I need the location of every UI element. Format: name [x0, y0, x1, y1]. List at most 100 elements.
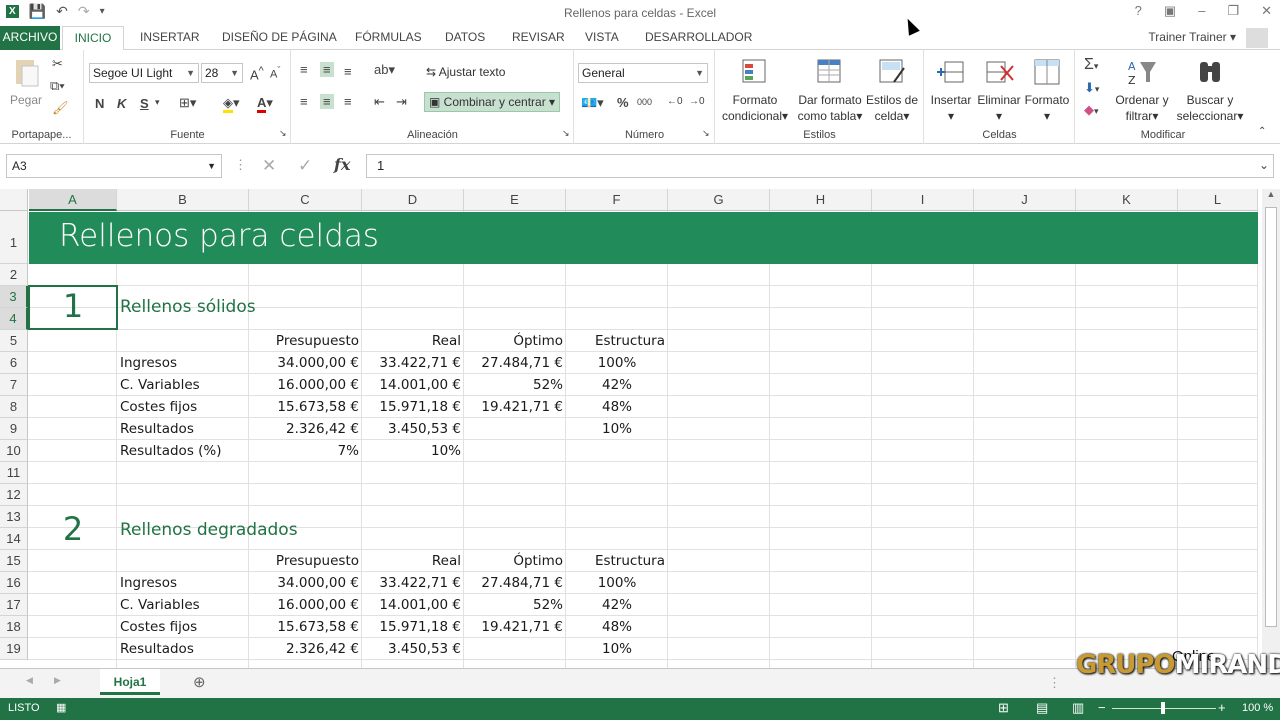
page-break-icon[interactable]: ▥: [1072, 700, 1084, 716]
font-size-select[interactable]: 28 ▼: [201, 63, 243, 83]
column-header-i[interactable]: I: [872, 189, 974, 211]
fill-icon[interactable]: ⬇▾: [1084, 80, 1099, 96]
underline-button[interactable]: S: [140, 96, 149, 111]
sort-filter-button[interactable]: AZ Ordenar y filtrar▾: [1114, 56, 1170, 124]
formula-input[interactable]: 1: [366, 154, 1274, 178]
restore-icon[interactable]: ❐: [1227, 3, 1239, 19]
tab-vista[interactable]: VISTA: [585, 26, 619, 50]
fill-color-icon[interactable]: ◈▾: [223, 95, 240, 113]
row-label-cell[interactable]: C. Variables: [120, 374, 250, 396]
add-sheet-icon[interactable]: ⊕: [193, 673, 206, 691]
value-cell[interactable]: 48%: [566, 616, 668, 638]
page-layout-icon[interactable]: ▤: [1036, 700, 1048, 716]
header-cell[interactable]: Estructura: [566, 330, 665, 352]
row-header-14[interactable]: 14: [0, 528, 28, 550]
row-label-cell[interactable]: Ingresos: [120, 352, 250, 374]
close-icon[interactable]: ✕: [1261, 3, 1272, 19]
column-header-a[interactable]: A: [29, 189, 117, 211]
row-header-13[interactable]: 13: [0, 506, 28, 528]
row-header-7[interactable]: 7: [0, 374, 28, 396]
font-color-icon[interactable]: A▾: [257, 95, 273, 113]
orientation-icon[interactable]: ab▾: [374, 62, 395, 78]
tab-revisar[interactable]: REVISAR: [512, 26, 565, 50]
value-cell[interactable]: 33.422,71 €: [362, 352, 461, 374]
align-center-icon[interactable]: ≡: [320, 94, 334, 109]
shrink-font-icon[interactable]: Aˇ: [270, 65, 280, 81]
insert-cells-button[interactable]: Insertar ▾: [927, 56, 975, 124]
percent-button[interactable]: %: [617, 95, 629, 110]
row-header-10[interactable]: 10: [0, 440, 28, 462]
name-box[interactable]: A3 ▼: [6, 154, 222, 178]
row-label-cell[interactable]: Resultados: [120, 418, 250, 440]
align-right-icon[interactable]: ≡: [344, 94, 352, 109]
column-header-h[interactable]: H: [770, 189, 872, 211]
italic-button[interactable]: K: [117, 96, 126, 111]
number-format-select[interactable]: General ▼: [578, 63, 708, 83]
decrease-decimal-icon[interactable]: →0: [689, 96, 705, 107]
column-header-e[interactable]: E: [464, 189, 566, 211]
copy-icon[interactable]: ⧉▾: [50, 78, 65, 94]
bold-button[interactable]: N: [95, 96, 104, 111]
row-header-12[interactable]: 12: [0, 484, 28, 506]
value-cell[interactable]: 16.000,00 €: [249, 594, 359, 616]
dialog-launcher-icon[interactable]: ↘: [562, 128, 570, 139]
paste-button[interactable]: Pegar: [6, 56, 46, 108]
worksheet-grid[interactable]: ABCDEFGHIJKL 1 2 3 4 5 6 7 8 9 10 11 12 13 14 15 16 17 18…: [0, 189, 1258, 668]
row-header-3[interactable]: 3: [0, 286, 28, 308]
zoom-level[interactable]: 100 %: [1242, 702, 1273, 714]
cancel-entry-icon[interactable]: ✕: [262, 156, 276, 176]
row-header-15[interactable]: 15: [0, 550, 28, 572]
header-cell[interactable]: Presupuesto: [249, 330, 359, 352]
value-cell[interactable]: 3.450,53 €: [362, 638, 461, 660]
row-header-16[interactable]: 16: [0, 572, 28, 594]
row-header-2[interactable]: 2: [0, 264, 28, 286]
font-name-select[interactable]: Segoe UI Light ▼: [89, 63, 199, 83]
value-cell[interactable]: 15.971,18 €: [362, 396, 461, 418]
section-2-number[interactable]: 2: [29, 510, 117, 548]
merge-center-button[interactable]: ▣ Combinar y centrar ▾: [424, 92, 561, 112]
column-header-j[interactable]: J: [974, 189, 1076, 211]
find-select-button[interactable]: Buscar y seleccionar▾: [1176, 56, 1244, 124]
ribbon-display-icon[interactable]: ▣: [1164, 3, 1176, 19]
format-painter-icon[interactable]: 🖌: [52, 100, 69, 116]
column-header-k[interactable]: K: [1076, 189, 1178, 211]
value-cell[interactable]: 2.326,42 €: [249, 418, 359, 440]
value-cell[interactable]: 48%: [566, 396, 668, 418]
align-left-icon[interactable]: ≡: [300, 94, 308, 109]
tab-inicio[interactable]: INICIO: [62, 26, 124, 51]
value-cell[interactable]: 15.673,58 €: [249, 396, 359, 418]
delete-cells-button[interactable]: Eliminar ▾: [975, 56, 1023, 124]
row-header-17[interactable]: 17: [0, 594, 28, 616]
value-cell[interactable]: 33.422,71 €: [362, 572, 461, 594]
row-header-9[interactable]: 9: [0, 418, 28, 440]
row-label-cell[interactable]: Costes fijos: [120, 396, 250, 418]
increase-indent-icon[interactable]: ⇥: [396, 94, 407, 110]
minimize-icon[interactable]: –: [1198, 3, 1205, 19]
zoom-in-icon[interactable]: +: [1218, 700, 1226, 715]
row-header-19[interactable]: 19: [0, 638, 28, 660]
cell-styles-button[interactable]: Estilos de celda▾: [864, 56, 920, 124]
column-header-d[interactable]: D: [362, 189, 464, 211]
value-cell[interactable]: 42%: [566, 374, 668, 396]
tab-formulas[interactable]: FÓRMULAS: [355, 26, 422, 50]
format-cells-button[interactable]: Formato ▾: [1023, 56, 1071, 124]
format-as-table-button[interactable]: Dar formato como tabla▾: [794, 56, 866, 124]
value-cell[interactable]: 34.000,00 €: [249, 572, 359, 594]
column-header-b[interactable]: B: [117, 189, 249, 211]
help-icon[interactable]: ?: [1135, 3, 1142, 19]
expand-formula-icon[interactable]: ⌄: [1259, 158, 1269, 172]
value-cell[interactable]: 10%: [566, 638, 668, 660]
value-cell[interactable]: 16.000,00 €: [249, 374, 359, 396]
column-header-g[interactable]: G: [668, 189, 770, 211]
user-avatar[interactable]: [1246, 28, 1268, 48]
wrap-text-button[interactable]: ⇆ Ajustar texto: [426, 65, 505, 79]
value-cell[interactable]: 27.484,71 €: [464, 352, 563, 374]
align-middle-icon[interactable]: ≡: [320, 62, 334, 77]
column-header-l[interactable]: L: [1178, 189, 1258, 211]
section-1-title[interactable]: Rellenos sólidos: [120, 297, 256, 317]
row-header-18[interactable]: 18: [0, 616, 28, 638]
macro-record-icon[interactable]: ▦: [56, 701, 66, 714]
vertical-scrollbar[interactable]: ▲: [1262, 189, 1280, 668]
header-cell[interactable]: Óptimo: [464, 550, 563, 572]
align-top-icon[interactable]: ≡: [300, 62, 308, 77]
